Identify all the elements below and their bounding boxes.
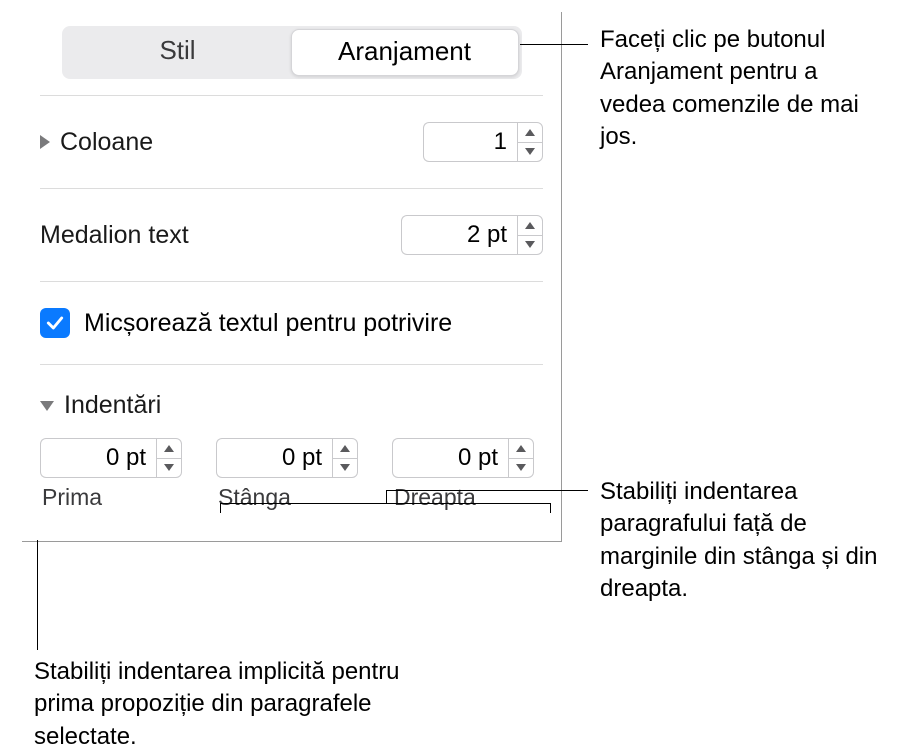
chevron-up-icon bbox=[516, 445, 526, 452]
indent-prima-up[interactable] bbox=[157, 439, 181, 459]
medallion-label: Medalion text bbox=[40, 221, 189, 250]
indent-stanga-buttons bbox=[332, 438, 358, 478]
indent-stanga-up[interactable] bbox=[333, 439, 357, 459]
indent-col-dreapta: Dreapta bbox=[392, 438, 534, 511]
indent-dreapta-input[interactable] bbox=[392, 438, 508, 478]
chevron-down-icon bbox=[340, 464, 350, 471]
callout-bottom: Stabiliți indentarea implicită pentru pr… bbox=[34, 656, 434, 753]
indent-dreapta-buttons bbox=[508, 438, 534, 478]
callout-bracket-left bbox=[220, 503, 221, 513]
indent-dreapta-down[interactable] bbox=[509, 459, 533, 478]
callout-bracket-top bbox=[220, 503, 550, 504]
indents-row: Prima Stânga bbox=[40, 438, 543, 511]
callout-bracket-stem bbox=[386, 490, 387, 503]
tab-stil[interactable]: Stil bbox=[65, 29, 291, 76]
check-icon bbox=[45, 313, 65, 333]
indent-dreapta-up[interactable] bbox=[509, 439, 533, 459]
indent-prima-down[interactable] bbox=[157, 459, 181, 478]
callout-bracket-right bbox=[550, 503, 551, 513]
shrink-label: Micșorează textul pentru potrivire bbox=[84, 309, 452, 338]
medallion-step-up[interactable] bbox=[518, 216, 542, 236]
columns-step-down[interactable] bbox=[518, 143, 542, 162]
chevron-down-icon bbox=[516, 464, 526, 471]
medallion-stepper bbox=[401, 215, 543, 255]
indent-col-prima: Prima bbox=[40, 438, 182, 511]
indents-label: Indentări bbox=[64, 391, 161, 420]
shrink-checkbox[interactable] bbox=[40, 308, 70, 338]
indent-stanga-stepper bbox=[216, 438, 358, 478]
row-medallion: Medalion text bbox=[22, 189, 561, 281]
indent-prima-input[interactable] bbox=[40, 438, 156, 478]
indent-dreapta-caption: Dreapta bbox=[392, 484, 534, 511]
chevron-down-icon bbox=[525, 241, 535, 248]
columns-label: Coloane bbox=[60, 128, 153, 157]
chevron-right-icon[interactable] bbox=[40, 135, 50, 149]
segmented-control: Stil Aranjament bbox=[62, 26, 522, 79]
indent-prima-stepper bbox=[40, 438, 182, 478]
indent-col-stanga: Stânga bbox=[216, 438, 358, 511]
row-columns: Coloane bbox=[22, 96, 561, 188]
indents-label-wrap: Indentări bbox=[40, 391, 161, 420]
indents-group: Prima Stânga bbox=[22, 432, 561, 541]
callout-top: Faceți clic pe butonul Aranjament pentru… bbox=[600, 24, 880, 154]
row-shrink-text: Micșorează textul pentru potrivire bbox=[22, 282, 561, 364]
segmented-tabs: Stil Aranjament bbox=[22, 26, 561, 95]
indent-prima-buttons bbox=[156, 438, 182, 478]
columns-label-wrap: Coloane bbox=[40, 128, 153, 157]
indent-prima-caption: Prima bbox=[40, 484, 182, 511]
chevron-up-icon bbox=[525, 222, 535, 229]
chevron-up-icon bbox=[340, 445, 350, 452]
indent-stanga-input[interactable] bbox=[216, 438, 332, 478]
format-panel: Stil Aranjament Coloane Medalion text bbox=[22, 12, 562, 542]
chevron-down-icon bbox=[525, 148, 535, 155]
indent-stanga-caption: Stânga bbox=[216, 484, 358, 511]
callout-line bbox=[37, 540, 38, 650]
tab-aranjament[interactable]: Aranjament bbox=[291, 29, 519, 76]
chevron-up-icon bbox=[164, 445, 174, 452]
indent-stanga-down[interactable] bbox=[333, 459, 357, 478]
callout-line bbox=[520, 44, 588, 45]
callout-line bbox=[386, 490, 588, 491]
columns-stepper bbox=[423, 122, 543, 162]
columns-input[interactable] bbox=[423, 122, 517, 162]
callout-right: Stabiliți indentarea paragrafului față d… bbox=[600, 476, 890, 606]
medallion-input[interactable] bbox=[401, 215, 517, 255]
chevron-down-icon bbox=[164, 464, 174, 471]
columns-step-up[interactable] bbox=[518, 123, 542, 143]
indent-dreapta-stepper bbox=[392, 438, 534, 478]
columns-stepper-buttons bbox=[517, 122, 543, 162]
medallion-step-down[interactable] bbox=[518, 236, 542, 255]
medallion-stepper-buttons bbox=[517, 215, 543, 255]
chevron-down-icon[interactable] bbox=[40, 401, 54, 411]
chevron-up-icon bbox=[525, 129, 535, 136]
row-indents-header: Indentări bbox=[22, 365, 561, 432]
